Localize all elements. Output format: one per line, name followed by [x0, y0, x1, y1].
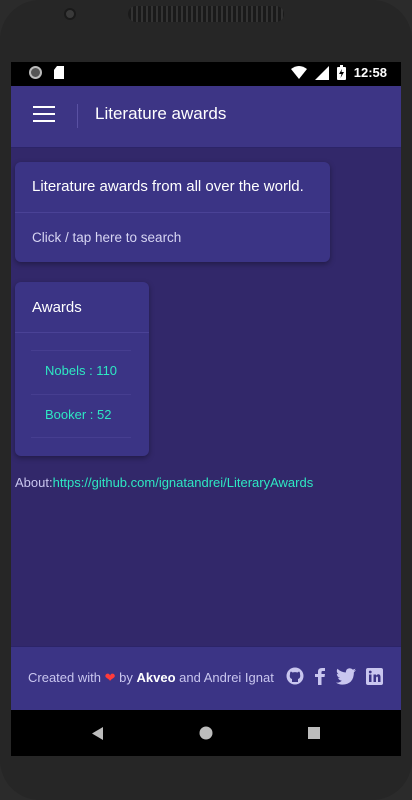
app-header: Literature awards	[11, 86, 401, 148]
back-button[interactable]	[68, 710, 128, 756]
about-line: About:https://github.com/ignatandrei/Lit…	[15, 475, 313, 490]
header-divider	[77, 104, 78, 128]
recents-square-icon	[308, 727, 320, 739]
footer-author: and Andrei Ignat	[179, 670, 274, 685]
home-circle-icon	[199, 726, 213, 740]
sd-card-icon	[54, 66, 64, 79]
android-nav-bar	[11, 710, 401, 756]
battery-icon	[336, 65, 346, 80]
search-link[interactable]: Click / tap here to search	[32, 230, 181, 245]
recents-button[interactable]	[284, 710, 344, 756]
hamburger-icon	[33, 106, 55, 108]
awards-list: Nobels : 110 Booker : 52	[31, 350, 131, 438]
search-card: Literature awards from all over the worl…	[15, 162, 330, 262]
award-item-nobels[interactable]: Nobels : 110	[31, 350, 131, 394]
footer-created-with: Created with	[28, 670, 101, 685]
back-triangle-icon	[92, 726, 103, 740]
status-bar: 12:58	[11, 62, 401, 86]
footer-credits: Created with ❤ by Akveo and Andrei Ignat	[28, 670, 274, 686]
divider	[15, 212, 330, 213]
about-link[interactable]: https://github.com/ignatandrei/LiteraryA…	[53, 475, 314, 490]
award-item-booker[interactable]: Booker : 52	[31, 394, 131, 438]
awards-card: Awards Nobels : 110 Booker : 52	[15, 282, 149, 456]
search-card-title: Literature awards from all over the worl…	[32, 178, 304, 195]
facebook-icon[interactable]	[314, 667, 326, 685]
footer: Created with ❤ by Akveo and Andrei Ignat	[11, 646, 401, 710]
page-title: Literature awards	[95, 104, 227, 123]
twitter-icon[interactable]	[336, 667, 356, 685]
about-label: About:	[15, 475, 53, 490]
heart-icon: ❤	[104, 670, 116, 685]
wifi-icon	[290, 65, 307, 79]
clock: 12:58	[353, 65, 387, 80]
github-icon[interactable]	[286, 667, 304, 685]
signal-icon	[314, 65, 329, 80]
akveo-link[interactable]: Akveo	[137, 670, 176, 685]
divider	[15, 332, 149, 333]
social-links	[286, 667, 383, 685]
linkedin-icon[interactable]	[366, 667, 383, 685]
menu-button[interactable]	[33, 106, 55, 124]
speaker-grille	[128, 6, 284, 22]
home-button[interactable]	[176, 710, 236, 756]
footer-by: by	[119, 670, 133, 685]
awards-card-title: Awards	[32, 299, 82, 316]
notification-dot-icon	[29, 66, 42, 79]
camera	[64, 8, 76, 20]
screen: 12:58 Literature awards Literature award…	[11, 62, 401, 710]
